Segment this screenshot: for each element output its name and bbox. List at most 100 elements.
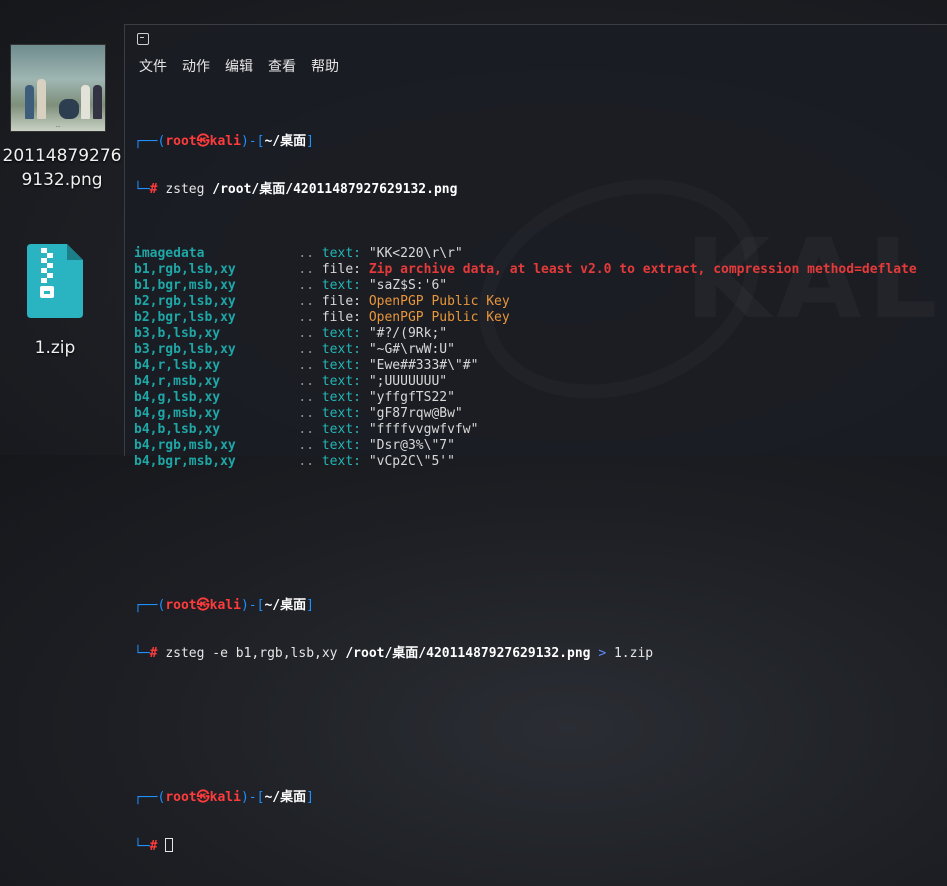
menu-actions[interactable]: 动作 xyxy=(182,56,210,78)
png-icon-label-line2: 9132.png xyxy=(21,170,103,190)
command-line-2: └─# zsteg -e b1,rgb,lsb,xy /root/桌面/4201… xyxy=(134,646,947,662)
prompt-user: root xyxy=(165,790,197,805)
result-row: b2,rgb,lsb,xy .. file: OpenPGP Public Ke… xyxy=(134,294,947,310)
result-channel: b1,bgr,msb,xy xyxy=(134,278,236,293)
zip-icon-label: 1.zip xyxy=(34,338,76,358)
result-value: "saZ$S:'6" xyxy=(368,278,448,293)
prompt-bracket-close: ] xyxy=(306,790,314,805)
result-value: "Ewe##333#\"#" xyxy=(368,358,479,373)
terminal-icon xyxy=(137,33,149,45)
result-channel: b1,rgb,lsb,xy xyxy=(134,262,236,277)
result-kind: text: xyxy=(321,374,361,389)
command-program: zsteg xyxy=(165,646,205,661)
result-row: b2,bgr,lsb,xy .. file: OpenPGP Public Ke… xyxy=(134,310,947,326)
result-separator: .. xyxy=(298,454,315,469)
prompt-user: root xyxy=(165,598,197,613)
result-row: imagedata .. text: "KK<220\r\r" xyxy=(134,246,947,262)
prompt-host: kali xyxy=(209,134,241,149)
menu-view[interactable]: 查看 xyxy=(268,56,296,78)
result-separator: .. xyxy=(298,278,315,293)
result-row: b4,g,lsb,xy .. text: "yffgfTS22" xyxy=(134,390,947,406)
image-thumbnail: ... xyxy=(10,44,106,132)
menu-file[interactable]: 文件 xyxy=(139,56,167,78)
result-kind: text: xyxy=(321,326,361,341)
prompt-cwd: ~/桌面 xyxy=(264,598,307,613)
result-row: b4,r,lsb,xy .. text: "Ewe##333#\"#" xyxy=(134,358,947,374)
zip-file-icon xyxy=(27,244,83,318)
result-channel: imagedata xyxy=(134,246,205,261)
prompt-cwd: ~/桌面 xyxy=(264,790,307,805)
prompt-bracket-close: ] xyxy=(306,134,314,149)
result-value: "~G#\rwW:U" xyxy=(368,342,455,357)
prompt-corner: ┌──( xyxy=(134,790,166,805)
result-value: OpenPGP Public Key xyxy=(368,310,510,325)
result-row: b1,rgb,lsb,xy .. file: Zip archive data,… xyxy=(134,262,947,278)
menu-edit[interactable]: 编辑 xyxy=(225,56,253,78)
result-row: b1,bgr,msb,xy .. text: "saZ$S:'6" xyxy=(134,278,947,294)
result-value: OpenPGP Public Key xyxy=(368,294,510,309)
prompt-line-1: ┌──(root㉿kali)-[~/桌面] xyxy=(134,134,947,150)
command-outfile: 1.zip xyxy=(613,646,654,661)
result-row: b4,g,msb,xy .. text: "gF87rqw@Bw" xyxy=(134,406,947,422)
result-separator: .. xyxy=(298,374,315,389)
result-channel: b4,g,msb,xy xyxy=(134,406,221,421)
menu-help[interactable]: 帮助 xyxy=(311,56,339,78)
prompt-corner: ┌──( xyxy=(134,134,166,149)
command-flag: -e xyxy=(212,646,228,661)
result-channel: b4,rgb,msb,xy xyxy=(134,438,236,453)
prompt-at: ㉿ xyxy=(196,134,210,149)
result-kind: text: xyxy=(321,454,361,469)
result-channel: b4,b,lsb,xy xyxy=(134,422,221,437)
prompt-at: ㉿ xyxy=(196,598,210,613)
result-row: b4,b,lsb,xy .. text: "ffffvvgwfvfw" xyxy=(134,422,947,438)
result-row: b3,rgb,lsb,xy .. text: "~G#\rwW:U" xyxy=(134,342,947,358)
command-program: zsteg xyxy=(165,182,205,197)
command-line-3[interactable]: └─# xyxy=(134,838,947,854)
terminal-window[interactable]: KALI 文件 动作 编辑 查看 帮助 ┌──(root㉿kali)-[~/桌面… xyxy=(124,24,947,854)
prompt-line-2: ┌──(root㉿kali)-[~/桌面] xyxy=(134,598,947,614)
png-icon-label-line1: 20114879276 xyxy=(2,146,122,166)
result-channel: b4,r,msb,xy xyxy=(134,374,221,389)
result-value: "gF87rqw@Bw" xyxy=(368,406,463,421)
result-kind: text: xyxy=(321,342,361,357)
thumb-caption: ... xyxy=(55,123,61,129)
prompt-hash: # xyxy=(149,646,158,661)
result-separator: .. xyxy=(298,422,315,437)
prompt-hash: # xyxy=(149,839,158,854)
prompt-cwd: ~/桌面 xyxy=(264,134,307,149)
result-separator: .. xyxy=(298,438,315,453)
title-bar[interactable] xyxy=(125,25,947,53)
terminal-output[interactable]: ┌──(root㉿kali)-[~/桌面] └─# zsteg /root/桌面… xyxy=(134,86,947,886)
result-value: "Dsr@3%\"7" xyxy=(368,438,455,453)
command-redirect: > xyxy=(598,646,607,661)
result-separator: .. xyxy=(298,262,315,277)
command-arg: /root/桌面/42011487927629132.png xyxy=(345,646,591,661)
result-separator: .. xyxy=(298,294,315,309)
result-channel: b4,g,lsb,xy xyxy=(134,390,221,405)
result-kind: text: xyxy=(321,438,361,453)
result-separator: .. xyxy=(298,406,315,421)
result-channel: b3,b,lsb,xy xyxy=(134,326,221,341)
result-row: b4,r,msb,xy .. text: ";UUUUUUU" xyxy=(134,374,947,390)
result-kind: text: xyxy=(321,246,361,261)
result-separator: .. xyxy=(298,342,315,357)
result-separator: .. xyxy=(298,390,315,405)
result-row: b3,b,lsb,xy .. text: "#?/(9Rk;" xyxy=(134,326,947,342)
result-value: Zip archive data, at least v2.0 to extra… xyxy=(368,262,917,277)
prompt-corner-bottom: └─ xyxy=(134,182,150,197)
prompt-bracket-close: ] xyxy=(306,598,314,613)
result-kind: text: xyxy=(321,422,361,437)
result-value: ";UUUUUUU" xyxy=(368,374,448,389)
result-kind: text: xyxy=(321,358,361,373)
result-value: "ffffvvgwfvfw" xyxy=(368,422,479,437)
text-cursor xyxy=(165,838,174,852)
png-icon-label: 20114879276 9132.png xyxy=(0,144,132,192)
prompt-bracket: )-[ xyxy=(240,790,265,805)
prompt-host: kali xyxy=(209,598,241,613)
result-row: b4,rgb,msb,xy .. text: "Dsr@3%\"7" xyxy=(134,438,947,454)
result-separator: .. xyxy=(298,310,315,325)
menu-bar: 文件 动作 编辑 查看 帮助 xyxy=(139,56,354,78)
command-line-1: └─# zsteg /root/桌面/42011487927629132.png xyxy=(134,182,947,198)
prompt-host: kali xyxy=(209,790,241,805)
